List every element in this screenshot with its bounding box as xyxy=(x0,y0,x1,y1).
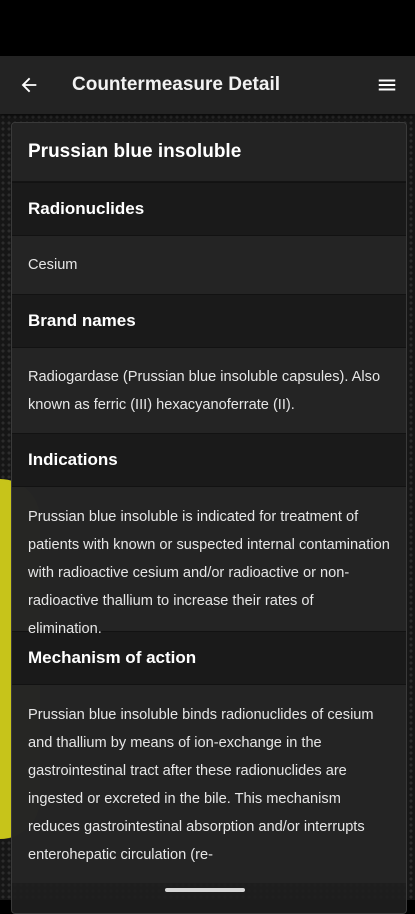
section-body-brand-names: Radiogardase (Prussian blue insoluble ca… xyxy=(12,348,406,433)
app-bar: Countermeasure Detail xyxy=(0,56,415,114)
hamburger-menu-icon xyxy=(378,79,396,91)
section-heading-brand-names: Brand names xyxy=(12,294,406,348)
section-heading-radionuclides: Radionuclides xyxy=(12,182,406,236)
section-body-radionuclides: Cesium xyxy=(12,236,406,294)
section-heading-indications: Indications xyxy=(12,433,406,487)
status-bar xyxy=(0,0,415,56)
menu-button[interactable] xyxy=(359,56,415,114)
home-indicator[interactable] xyxy=(165,888,245,892)
back-button[interactable] xyxy=(0,56,58,114)
section-body-mechanism: Prussian blue insoluble binds radionucli… xyxy=(12,685,406,883)
arrow-left-icon xyxy=(21,77,37,93)
page-title: Countermeasure Detail xyxy=(72,74,281,95)
countermeasure-card: Prussian blue insoluble Radionuclides Ce… xyxy=(11,122,407,914)
section-body-indications: Prussian blue insoluble is indicated for… xyxy=(12,487,406,637)
countermeasure-name: Prussian blue insoluble xyxy=(12,123,406,182)
